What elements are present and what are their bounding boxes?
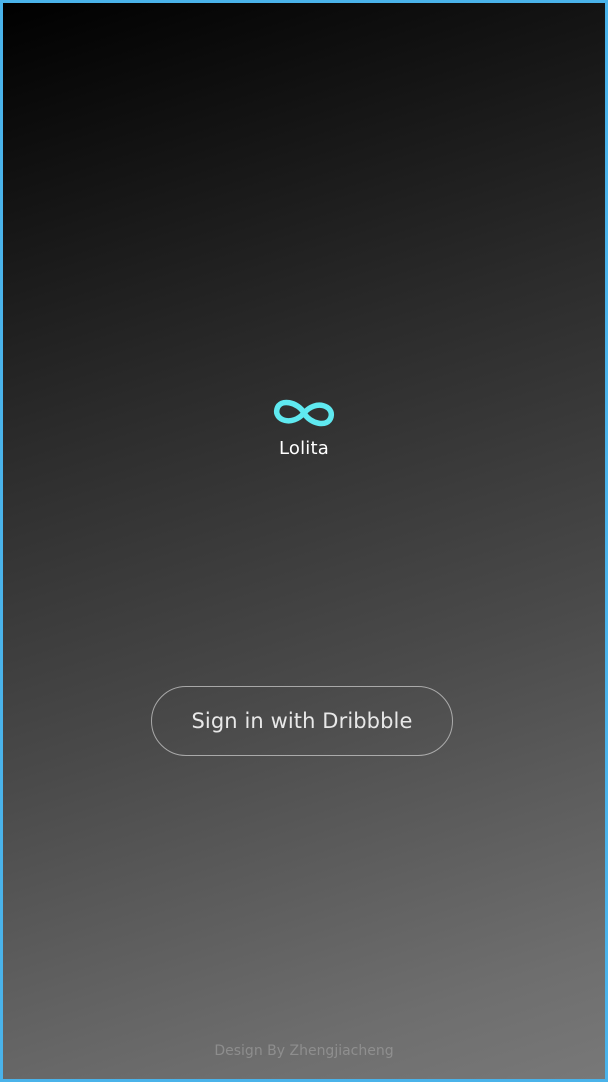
sign-in-button-label: Sign in with Dribbble: [191, 709, 413, 733]
sign-in-with-dribbble-button[interactable]: Sign in with Dribbble: [151, 686, 453, 756]
infinity-icon: [274, 399, 334, 427]
app-logo: Lolita: [3, 396, 605, 459]
designer-credit: Design By Zhengjiacheng: [214, 1043, 394, 1059]
app-name: Lolita: [278, 438, 329, 459]
splash-screen: Lolita Sign in with Dribbble Design By Z…: [0, 0, 608, 1082]
